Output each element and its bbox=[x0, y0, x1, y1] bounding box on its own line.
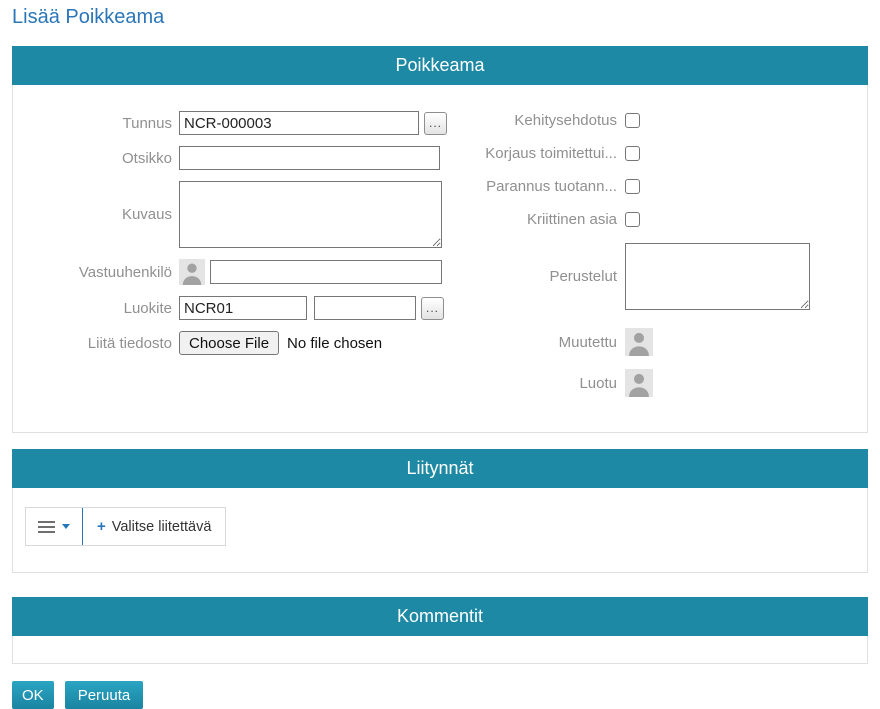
tunnus-row: Tunnus ... bbox=[13, 111, 465, 135]
ok-button[interactable]: OK bbox=[12, 681, 54, 709]
liita-tiedosto-row: Liitä tiedosto Choose File No file chose… bbox=[13, 331, 465, 355]
muutettu-avatar-icon bbox=[625, 328, 653, 356]
kriittinen-asia-row: Kriittinen asia bbox=[465, 210, 867, 229]
muutettu-label: Muutettu bbox=[465, 334, 625, 351]
luokite-input-1[interactable] bbox=[179, 296, 307, 320]
korjaus-toimitettu-label: Korjaus toimitettui... bbox=[465, 145, 625, 162]
valitse-liitettava-button[interactable]: + Valitse liitettävä bbox=[83, 508, 225, 545]
liita-tiedosto-label: Liitä tiedosto bbox=[13, 335, 179, 352]
luotu-label: Luotu bbox=[465, 375, 625, 392]
perustelut-textarea[interactable] bbox=[625, 243, 810, 310]
liitynnat-panel: Liitynnät + Valitse liitettävä bbox=[12, 449, 868, 573]
page-title: Lisää Poikkeama bbox=[12, 6, 868, 29]
luotu-row: Luotu bbox=[465, 369, 867, 397]
kehitysehdotus-label: Kehitysehdotus bbox=[465, 112, 625, 129]
luokite-browse-button[interactable]: ... bbox=[421, 297, 444, 320]
otsikko-row: Otsikko bbox=[13, 146, 465, 170]
valitse-liitettava-label: Valitse liitettävä bbox=[112, 519, 212, 535]
liitynnat-toolbar: + Valitse liitettävä bbox=[25, 507, 226, 546]
choose-file-button[interactable]: Choose File bbox=[179, 331, 279, 355]
cancel-button[interactable]: Peruuta bbox=[65, 681, 144, 709]
vastuuhenkilo-input[interactable] bbox=[210, 260, 442, 284]
liitynnat-panel-body: + Valitse liitettävä bbox=[12, 488, 868, 573]
kriittinen-asia-checkbox[interactable] bbox=[625, 212, 640, 227]
luokite-row: Luokite ... bbox=[13, 296, 465, 320]
file-status-text: No file chosen bbox=[287, 335, 382, 352]
luokite-label: Luokite bbox=[13, 300, 179, 317]
perustelut-label: Perustelut bbox=[465, 268, 625, 285]
tunnus-browse-button[interactable]: ... bbox=[424, 112, 447, 135]
form-right-column: Kehitysehdotus Korjaus toimitettui... Pa… bbox=[465, 111, 867, 408]
poikkeama-panel-body: Tunnus ... Otsikko Kuvaus Vastuuhenkilö bbox=[12, 85, 868, 433]
kommentit-panel-body bbox=[12, 636, 868, 664]
otsikko-label: Otsikko bbox=[13, 150, 179, 167]
kuvaus-row: Kuvaus bbox=[13, 181, 465, 248]
hamburger-icon bbox=[38, 518, 55, 536]
kuvaus-textarea[interactable] bbox=[179, 181, 442, 248]
luotu-avatar-icon bbox=[625, 369, 653, 397]
tunnus-label: Tunnus bbox=[13, 115, 179, 132]
otsikko-input[interactable] bbox=[179, 146, 440, 170]
vastuuhenkilo-avatar-icon[interactable] bbox=[179, 259, 205, 285]
list-menu-button[interactable] bbox=[26, 508, 82, 545]
tunnus-input[interactable] bbox=[179, 111, 419, 135]
kriittinen-asia-label: Kriittinen asia bbox=[465, 211, 625, 228]
poikkeama-panel: Poikkeama Tunnus ... Otsikko Kuvaus Vast… bbox=[12, 46, 868, 433]
korjaus-toimitettu-checkbox[interactable] bbox=[625, 146, 640, 161]
kehitysehdotus-row: Kehitysehdotus bbox=[465, 111, 867, 130]
chevron-down-icon bbox=[62, 524, 70, 529]
vastuuhenkilo-row: Vastuuhenkilö bbox=[13, 259, 465, 285]
parannus-tuotantoon-row: Parannus tuotann... bbox=[465, 177, 867, 196]
perustelut-row: Perustelut bbox=[465, 243, 867, 310]
muutettu-row: Muutettu bbox=[465, 328, 867, 356]
parannus-tuotantoon-label: Parannus tuotann... bbox=[465, 178, 625, 195]
poikkeama-panel-header: Poikkeama bbox=[12, 46, 868, 85]
luokite-input-2[interactable] bbox=[314, 296, 416, 320]
korjaus-toimitettu-row: Korjaus toimitettui... bbox=[465, 144, 867, 163]
kommentit-panel-header: Kommentit bbox=[12, 597, 868, 636]
parannus-tuotantoon-checkbox[interactable] bbox=[625, 179, 640, 194]
form-left-column: Tunnus ... Otsikko Kuvaus Vastuuhenkilö bbox=[13, 111, 465, 408]
kommentit-panel: Kommentit bbox=[12, 597, 868, 664]
plus-icon: + bbox=[97, 518, 106, 535]
vastuuhenkilo-label: Vastuuhenkilö bbox=[13, 264, 179, 281]
kehitysehdotus-checkbox[interactable] bbox=[625, 113, 640, 128]
kuvaus-label: Kuvaus bbox=[13, 206, 179, 223]
action-bar: OK Peruuta bbox=[12, 681, 868, 709]
liitynnat-panel-header: Liitynnät bbox=[12, 449, 868, 488]
